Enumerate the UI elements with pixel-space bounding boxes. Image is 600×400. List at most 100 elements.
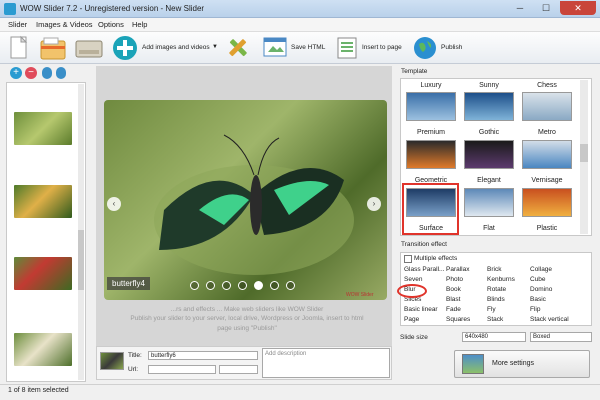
url-target-select[interactable]: [219, 365, 258, 374]
close-button[interactable]: ✕: [560, 1, 596, 15]
effect-basic[interactable]: Basic: [530, 296, 546, 303]
remove-item-icon[interactable]: −: [25, 67, 37, 79]
template-elegant-label[interactable]: Elegant: [462, 177, 516, 184]
add-dropdown-icon[interactable]: ▼: [212, 44, 218, 50]
effect-stack-vertical[interactable]: Stack vertical: [530, 316, 569, 323]
template-plastic-label[interactable]: Plastic: [520, 225, 574, 232]
effect-collage[interactable]: Collage: [530, 266, 552, 273]
title-label: Title:: [128, 352, 142, 359]
effect-glass-parallax[interactable]: Glass Parall...: [404, 266, 444, 273]
transition-heading: Transition effect: [401, 241, 447, 248]
move-up-icon[interactable]: [42, 67, 52, 79]
thumbnail-butterfly-4[interactable]: [14, 333, 72, 366]
effect-book[interactable]: Book: [446, 286, 461, 293]
template-heading: Template: [401, 68, 428, 75]
template-elegant-thumb[interactable]: [464, 140, 514, 169]
status-bar: [0, 384, 600, 400]
new-file-icon[interactable]: [8, 35, 30, 61]
slide-bullet[interactable]: [238, 281, 247, 290]
template-gothic-label[interactable]: Gothic: [462, 129, 516, 136]
menu-options[interactable]: Options: [98, 20, 124, 29]
effect-domino[interactable]: Domino: [530, 286, 552, 293]
effect-squares[interactable]: Squares: [446, 316, 470, 323]
slide-size-select[interactable]: 640x480: [462, 332, 526, 342]
slide-bullet[interactable]: [270, 281, 279, 290]
template-sunny-label[interactable]: Sunny: [462, 82, 516, 89]
template-metro-label[interactable]: Metro: [520, 129, 574, 136]
save-html-icon[interactable]: [262, 36, 288, 60]
template-premium-thumb[interactable]: [406, 92, 456, 121]
slide-prev-button[interactable]: ‹: [107, 197, 121, 211]
add-images-icon[interactable]: [112, 35, 138, 61]
thumbnail-butterfly-2[interactable]: [14, 185, 72, 218]
template-plastic-thumb[interactable]: [522, 188, 572, 217]
description-textarea[interactable]: Add description: [262, 348, 390, 378]
template-vernisage-label[interactable]: Vernisage: [520, 177, 574, 184]
slide-bullet-active[interactable]: [254, 281, 263, 290]
template-luxury-label[interactable]: Luxury: [404, 82, 458, 89]
sidebar-scroll-thumb[interactable]: [78, 230, 84, 290]
slide-preview[interactable]: [104, 100, 387, 300]
slide-bullet[interactable]: [222, 281, 231, 290]
effect-brick[interactable]: Brick: [487, 266, 501, 273]
effect-flip[interactable]: Flip: [530, 306, 540, 313]
effect-stack[interactable]: Stack: [487, 316, 503, 323]
save-drive-icon[interactable]: [74, 38, 104, 60]
url-input[interactable]: [148, 365, 216, 374]
effect-seven[interactable]: Seven: [404, 276, 422, 283]
slide-mode-select[interactable]: Boxed: [530, 332, 592, 342]
effect-basic-linear[interactable]: Basic linear: [404, 306, 438, 313]
wow-slider-badge: WOW Slider: [346, 292, 374, 298]
app-icon: [4, 3, 16, 15]
effect-photo[interactable]: Photo: [446, 276, 463, 283]
template-gothic-thumb[interactable]: [464, 92, 514, 121]
slide-next-button[interactable]: ›: [367, 197, 381, 211]
title-input[interactable]: butterfly6: [148, 351, 258, 360]
effect-page[interactable]: Page: [404, 316, 419, 323]
template-geometric-thumb[interactable]: [406, 140, 456, 169]
open-folder-icon[interactable]: [38, 36, 68, 61]
menu-images-videos[interactable]: Images & Videos: [36, 20, 93, 29]
effect-kenburns[interactable]: Kenburns: [487, 276, 515, 283]
effect-cube[interactable]: Cube: [530, 276, 546, 283]
multiple-effects-checkbox[interactable]: [404, 255, 412, 263]
slide-bullet[interactable]: [286, 281, 295, 290]
template-flat-thumb[interactable]: [464, 188, 514, 217]
effect-blinds[interactable]: Blinds: [487, 296, 505, 303]
insert-to-page-label[interactable]: Insert to page: [362, 44, 402, 51]
butterfly-image: [154, 134, 354, 275]
slide-size-label: Slide size: [400, 334, 428, 341]
publish-label[interactable]: Publish: [441, 44, 462, 51]
menu-help[interactable]: Help: [132, 20, 147, 29]
effect-rotate[interactable]: Rotate: [487, 286, 506, 293]
save-html-label[interactable]: Save HTML: [291, 44, 325, 51]
canvas-hint-line-2: Publish your slider to your server, loca…: [130, 315, 364, 322]
template-vernisage-thumb[interactable]: [522, 140, 572, 169]
effect-fly[interactable]: Fly: [487, 306, 496, 313]
menu-slider[interactable]: Slider: [8, 20, 27, 29]
multiple-effects-label[interactable]: Multiple effects: [414, 255, 457, 262]
selected-template-highlight: [402, 183, 459, 235]
tools-icon[interactable]: [224, 35, 252, 61]
thumbnail-butterfly-3[interactable]: [14, 257, 72, 290]
publish-globe-icon[interactable]: [412, 35, 438, 61]
template-flat-label[interactable]: Flat: [462, 225, 516, 232]
slide-bullet[interactable]: [190, 281, 199, 290]
template-premium-label[interactable]: Premium: [404, 129, 458, 136]
effect-parallax[interactable]: Parallax: [446, 266, 469, 273]
insert-page-icon[interactable]: [334, 36, 360, 60]
add-images-label[interactable]: Add images and videos: [142, 44, 210, 51]
template-chess-label[interactable]: Chess: [520, 82, 574, 89]
template-scroll-thumb[interactable]: [580, 144, 588, 162]
url-label: Url:: [128, 366, 139, 373]
minimize-button[interactable]: ─: [508, 1, 532, 15]
thumbnail-butterfly-1[interactable]: [14, 112, 72, 145]
template-metro-thumb[interactable]: [522, 92, 572, 121]
status-text: 1 of 8 item selected: [8, 387, 69, 394]
move-down-icon[interactable]: [56, 67, 66, 79]
effect-fade[interactable]: Fade: [446, 306, 461, 313]
maximize-button[interactable]: ☐: [534, 1, 558, 15]
effect-blast[interactable]: Blast: [446, 296, 460, 303]
slide-bullet[interactable]: [206, 281, 215, 290]
add-item-icon[interactable]: +: [10, 67, 22, 79]
